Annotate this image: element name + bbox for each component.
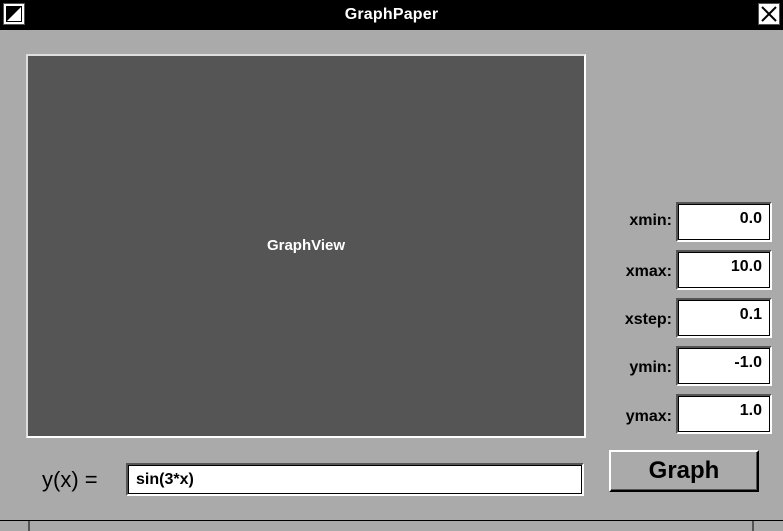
xstep-label: xstep: [624, 311, 672, 328]
ymin-label: ymin: [629, 359, 672, 376]
xstep-field[interactable]: 0.1 [676, 298, 772, 338]
ymax-label: ymax: [625, 408, 672, 425]
xmin-field[interactable]: 0.0 [676, 202, 772, 242]
graph-view-label: GraphView [266, 237, 346, 254]
xmin-label: xmin: [629, 212, 672, 229]
title-bar[interactable]: GraphPaper [0, 0, 783, 30]
graphpaper-window: GraphPaper GraphView xmin: 0.0 xmax: 10.… [0, 0, 783, 531]
close-button[interactable] [758, 3, 780, 25]
resize-grip-right[interactable] [752, 521, 754, 531]
ymax-field[interactable]: 1.0 [676, 394, 772, 434]
xmax-label: xmax: [625, 263, 672, 280]
resize-grip-left[interactable] [28, 521, 30, 531]
graph-view[interactable]: GraphView [26, 54, 586, 438]
xmax-field[interactable]: 10.0 [676, 250, 772, 290]
close-icon [761, 6, 777, 22]
resize-bar[interactable] [0, 520, 783, 531]
window-title: GraphPaper [344, 6, 439, 23]
ymin-field[interactable]: -1.0 [676, 346, 772, 386]
expression-label: y(x) = [42, 467, 98, 492]
graph-button[interactable]: Graph [609, 450, 759, 492]
expression-input[interactable]: sin(3*x) [126, 463, 584, 496]
